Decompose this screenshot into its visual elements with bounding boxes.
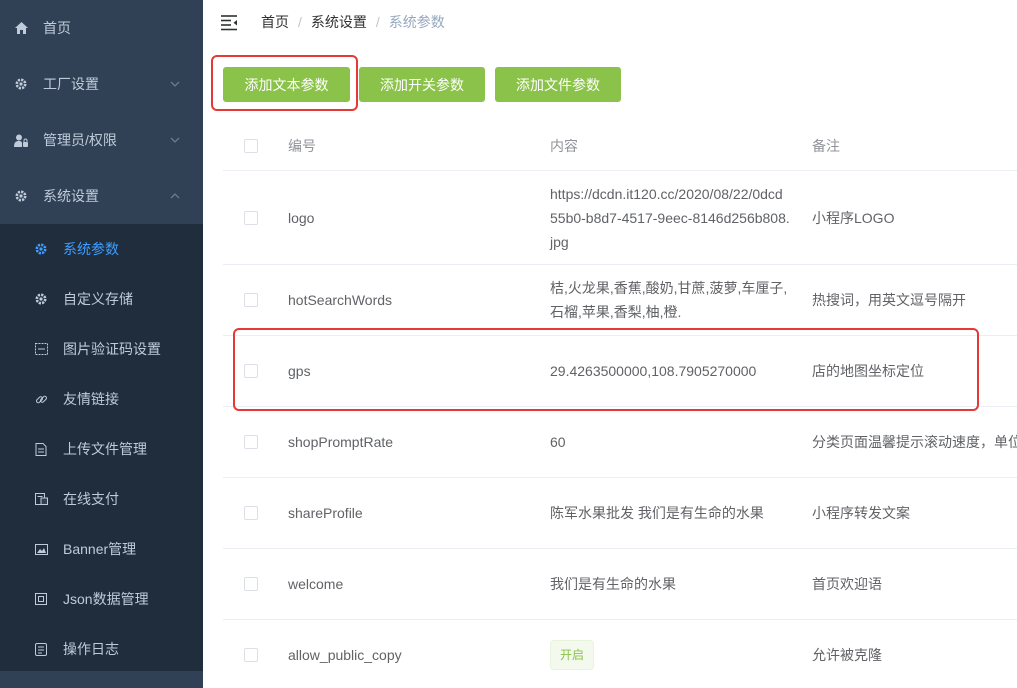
payment-icon [34,492,48,506]
row-content: 开启 [550,640,812,670]
sidebar-item-uploads[interactable]: 上传文件管理 [0,424,203,474]
column-header-remark: 备注 [812,138,840,154]
sidebar-item-label: 管理员/权限 [43,132,117,148]
breadcrumb-system-settings[interactable]: 系统设置 [311,12,367,32]
sidebar-item-label: 自定义存储 [63,291,133,307]
sidebar-item-json[interactable]: Json数据管理 [0,574,203,624]
breadcrumb-current: 系统参数 [388,14,445,30]
sidebar-item-label: 系统设置 [43,188,99,204]
table-row[interactable]: shopPromptRate 60 分类页面温馨提示滚动速度，单位 [223,407,1017,478]
captcha-icon [34,342,48,356]
sidebar: 首页 工厂设置 管理员/权限 系统设置 系统参数 自定义存储 图片验证码设置 友… [0,0,203,688]
row-id: allow_public_copy [288,647,402,663]
gear-icon [14,189,28,203]
user-lock-icon [14,133,28,147]
row-checkbox[interactable] [244,506,258,520]
gear-icon [34,242,48,256]
select-all-checkbox[interactable] [244,139,258,153]
row-remark: 首页欢迎语 [812,576,882,592]
sidebar-item-label: 系统参数 [63,241,119,257]
row-content: https://dcdn.it120.cc/2020/08/22/0dcd55b… [550,185,790,250]
sidebar-item-payment[interactable]: 在线支付 [0,474,203,524]
sidebar-item-custom-storage[interactable]: 自定义存储 [0,274,203,324]
sidebar-item-banner[interactable]: Banner管理 [0,524,203,574]
row-checkbox[interactable] [244,293,258,307]
breadcrumb: 首页 / 系统设置 / 系统参数 [261,12,445,32]
sidebar-item-label: Banner管理 [63,541,137,557]
row-remark: 小程序转发文案 [812,505,910,521]
row-checkbox[interactable] [244,648,258,662]
row-id: welcome [288,576,344,592]
sidebar-item-label: 友情链接 [63,391,119,407]
sidebar-item-system-params[interactable]: 系统参数 [0,224,203,274]
sidebar-item-system[interactable]: 系统设置 [0,168,203,224]
row-remark: 允许被克隆 [812,647,882,663]
add-switch-param-button[interactable]: 添加开关参数 [359,67,485,102]
highlight-annotation [233,328,979,411]
navbar: 首页 / 系统设置 / 系统参数 [203,0,1017,44]
sidebar-item-home[interactable]: 首页 [0,0,203,56]
sidebar-item-admin[interactable]: 管理员/权限 [0,112,203,168]
row-checkbox[interactable] [244,210,258,225]
table-row[interactable]: hotSearchWords 桔,火龙果,香蕉,酸奶,甘蔗,菠萝,车厘子,石榴,… [223,265,1017,336]
chevron-down-icon [170,81,180,87]
sidebar-item-label: 首页 [43,20,71,36]
row-remark: 热搜词，用英文逗号隔开 [812,292,966,308]
row-remark: 小程序LOGO [812,209,895,226]
upload-file-icon [34,442,48,456]
row-id: logo [288,209,315,226]
json-icon [34,592,48,606]
sidebar-item-label: 上传文件管理 [63,441,147,457]
gear-icon [14,77,28,91]
breadcrumb-separator: / [298,14,302,30]
sidebar-item-label: Json数据管理 [63,591,149,607]
image-icon [34,542,48,556]
table-header: 编号 内容 备注 [223,122,1017,171]
row-content: 桔,火龙果,香蕉,酸奶,甘蔗,菠萝,车厘子,石榴,苹果,香梨,柚,橙. [550,280,788,320]
status-tag[interactable]: 开启 [550,640,595,670]
sidebar-item-logs[interactable]: 操作日志 [0,624,203,674]
log-icon [34,642,48,656]
sidebar-item-label: 在线支付 [63,491,119,507]
row-checkbox[interactable] [244,435,258,449]
column-header-id: 编号 [288,138,316,154]
row-remark: 分类页面温馨提示滚动速度，单位 [812,434,1017,450]
breadcrumb-separator: / [375,14,380,30]
sidebar-footer [0,671,203,688]
sidebar-item-factory[interactable]: 工厂设置 [0,56,203,112]
sidebar-item-label: 工厂设置 [43,76,99,92]
row-checkbox[interactable] [244,577,258,591]
table-row[interactable]: logo https://dcdn.it120.cc/2020/08/22/0d… [223,171,1017,265]
add-file-param-button[interactable]: 添加文件参数 [495,67,621,102]
column-header-content: 内容 [550,138,578,154]
breadcrumb-home[interactable]: 首页 [261,12,289,32]
system-submenu: 系统参数 自定义存储 图片验证码设置 友情链接 上传文件管理 在线支付 Bann… [0,224,203,674]
add-text-param-button[interactable]: 添加文本参数 [223,67,350,102]
row-content: 陈军水果批发 我们是有生命的水果 [550,505,764,521]
sidebar-item-links[interactable]: 友情链接 [0,374,203,424]
home-icon [14,21,28,35]
chevron-down-icon [170,137,180,143]
link-icon [34,392,48,406]
row-id: shareProfile [288,505,363,521]
sidebar-item-label: 图片验证码设置 [63,341,161,357]
row-content: 我们是有生命的水果 [550,576,676,592]
table-row[interactable]: allow_public_copy 开启 允许被克隆 [223,620,1017,688]
row-id: hotSearchWords [288,292,393,308]
row-content: 60 [550,434,566,450]
table-row[interactable]: welcome 我们是有生命的水果 首页欢迎语 [223,549,1017,620]
gear-icon [34,292,48,306]
sidebar-item-captcha[interactable]: 图片验证码设置 [0,324,203,374]
sidebar-toggle-icon[interactable] [219,12,239,32]
table-row[interactable]: shareProfile 陈军水果批发 我们是有生命的水果 小程序转发文案 [223,478,1017,549]
row-id: shopPromptRate [288,434,394,450]
chevron-up-icon [170,193,180,199]
sidebar-item-label: 操作日志 [63,641,119,657]
